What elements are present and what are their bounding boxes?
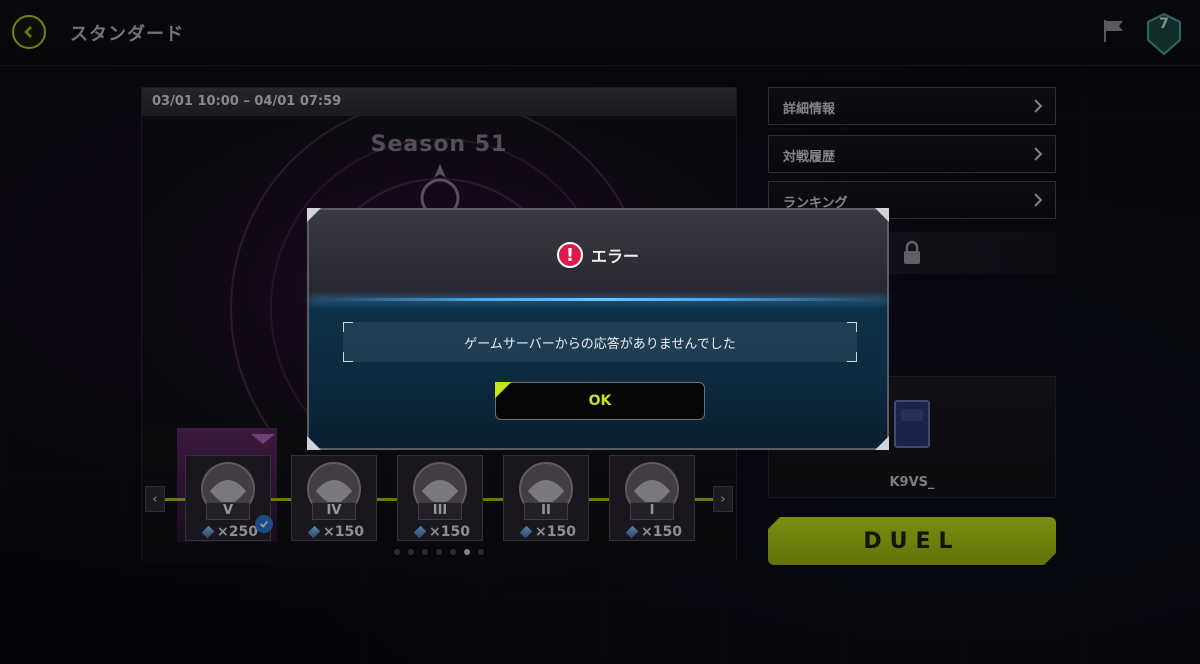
ok-button-accent [495, 382, 513, 400]
dialog-divider [309, 298, 887, 301]
bracket-corner [847, 352, 857, 362]
ok-label: OK [588, 393, 612, 409]
error-message: ゲームサーバーからの応答がありませんでした [464, 337, 736, 352]
message-box: ゲームサーバーからの応答がありませんでした [343, 322, 857, 362]
ok-button[interactable]: OK [495, 382, 705, 420]
bracket-corner [847, 322, 857, 332]
error-dialog: ! エラー ゲームサーバーからの応答がありませんでした OK [307, 208, 889, 450]
dialog-corner-decoration [875, 436, 889, 450]
bracket-corner [343, 352, 353, 362]
bracket-corner [343, 322, 353, 332]
dialog-corner-decoration [307, 436, 321, 450]
dialog-title-row: ! エラー [309, 242, 887, 268]
dialog-title: エラー [590, 247, 639, 266]
error-icon: ! [556, 242, 583, 268]
dialog-header: ! エラー [309, 210, 887, 298]
